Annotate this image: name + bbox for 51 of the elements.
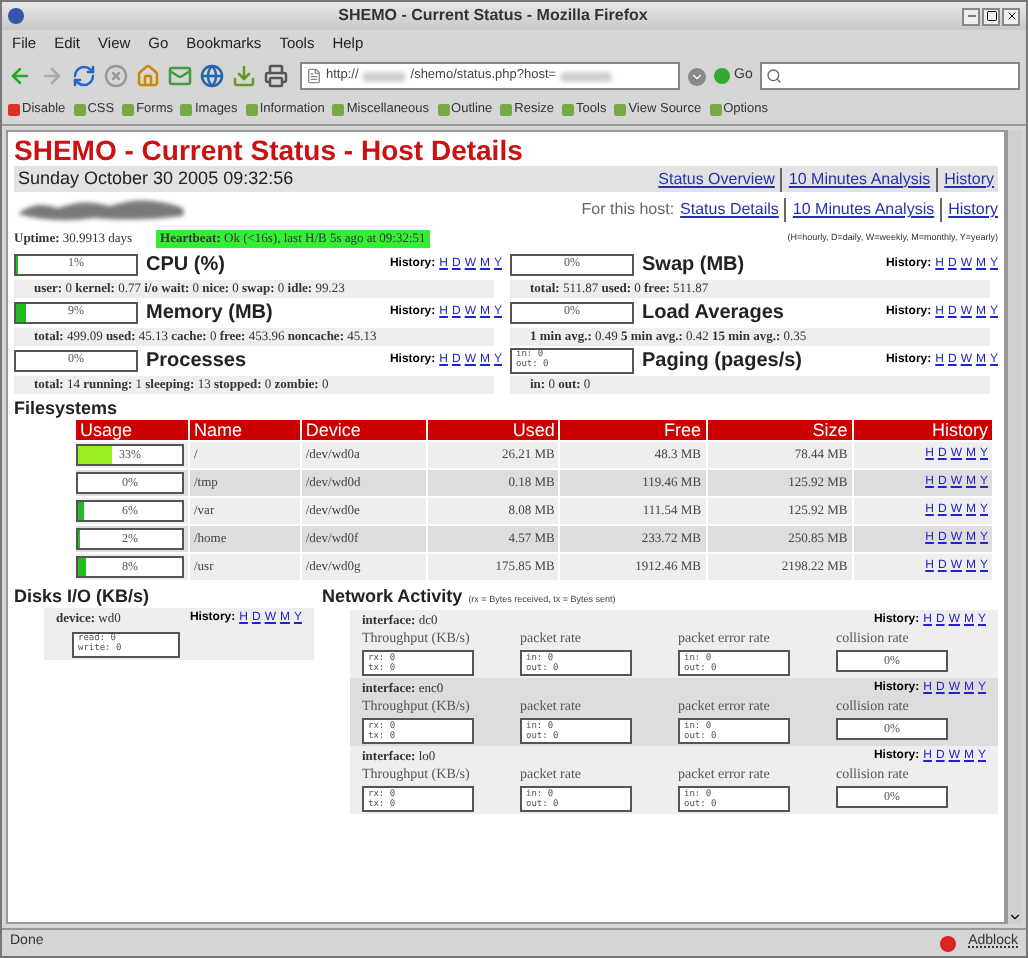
nav-link[interactable]: Status Overview	[658, 167, 775, 191]
column-header: Size	[707, 420, 852, 440]
panel-title: Paging (pages/s)	[642, 347, 803, 375]
dropdown-icon[interactable]	[688, 67, 706, 85]
stop-icon[interactable]	[104, 64, 128, 88]
nav-link[interactable]: History	[936, 167, 994, 191]
section-title: Disks I/O (KB/s)	[14, 586, 152, 608]
mail-icon[interactable]	[168, 64, 192, 88]
scrollbar[interactable]	[1006, 130, 1022, 924]
page-icon	[306, 68, 322, 84]
reload-icon[interactable]	[72, 64, 96, 88]
minimize-button[interactable]	[962, 7, 980, 25]
scroll-down-icon[interactable]	[1008, 910, 1022, 924]
search-icon	[766, 68, 783, 84]
print-icon[interactable]	[264, 64, 288, 88]
host-link[interactable]: History	[940, 198, 998, 222]
close-button[interactable]	[1002, 7, 1020, 25]
panel-title: CPU (%)	[146, 251, 225, 279]
column-header: Free	[560, 420, 706, 440]
close-icon	[1005, 10, 1017, 22]
search-field[interactable]	[760, 62, 1020, 90]
panel-title: Memory (MB)	[146, 299, 273, 327]
minimize-icon	[965, 10, 977, 22]
section-title: Filesystems	[14, 398, 120, 418]
panel-title: Swap (MB)	[642, 251, 745, 279]
app-icon	[8, 8, 24, 24]
maximize-icon	[985, 10, 997, 22]
column-header: Used	[427, 420, 559, 440]
column-header: Device	[301, 420, 426, 440]
download-icon[interactable]	[232, 64, 256, 88]
page-heading: SHEMO - Current Status - Host Details	[14, 134, 525, 166]
nav-link[interactable]: 10 Minutes Analysis	[780, 167, 931, 191]
date-text: Sunday October 30 2005 09:32:56	[18, 165, 294, 192]
host-link[interactable]: 10 Minutes Analysis	[784, 198, 935, 222]
maximize-button[interactable]	[982, 7, 1000, 25]
back-icon[interactable]	[8, 64, 32, 88]
home-icon[interactable]	[136, 64, 160, 88]
panel-title: Processes	[146, 347, 247, 375]
blurred-text-drawing	[560, 71, 613, 81]
panel-title: Load Averages	[642, 299, 784, 327]
column-header: History	[853, 420, 992, 440]
column-header: Name	[190, 420, 300, 440]
adblock-icon[interactable]	[940, 935, 957, 951]
section-title: Network Activity	[322, 586, 463, 608]
window-title: SHEMO - Current Status - Mozilla Firefox	[336, 4, 650, 28]
host-link[interactable]: Status Details	[680, 198, 779, 222]
gauge-fill	[16, 303, 27, 321]
gauge-fill	[78, 446, 113, 464]
host-label: For this host:	[581, 198, 675, 222]
column-header: Usage	[76, 420, 188, 440]
blurred-text-drawing	[362, 71, 407, 81]
